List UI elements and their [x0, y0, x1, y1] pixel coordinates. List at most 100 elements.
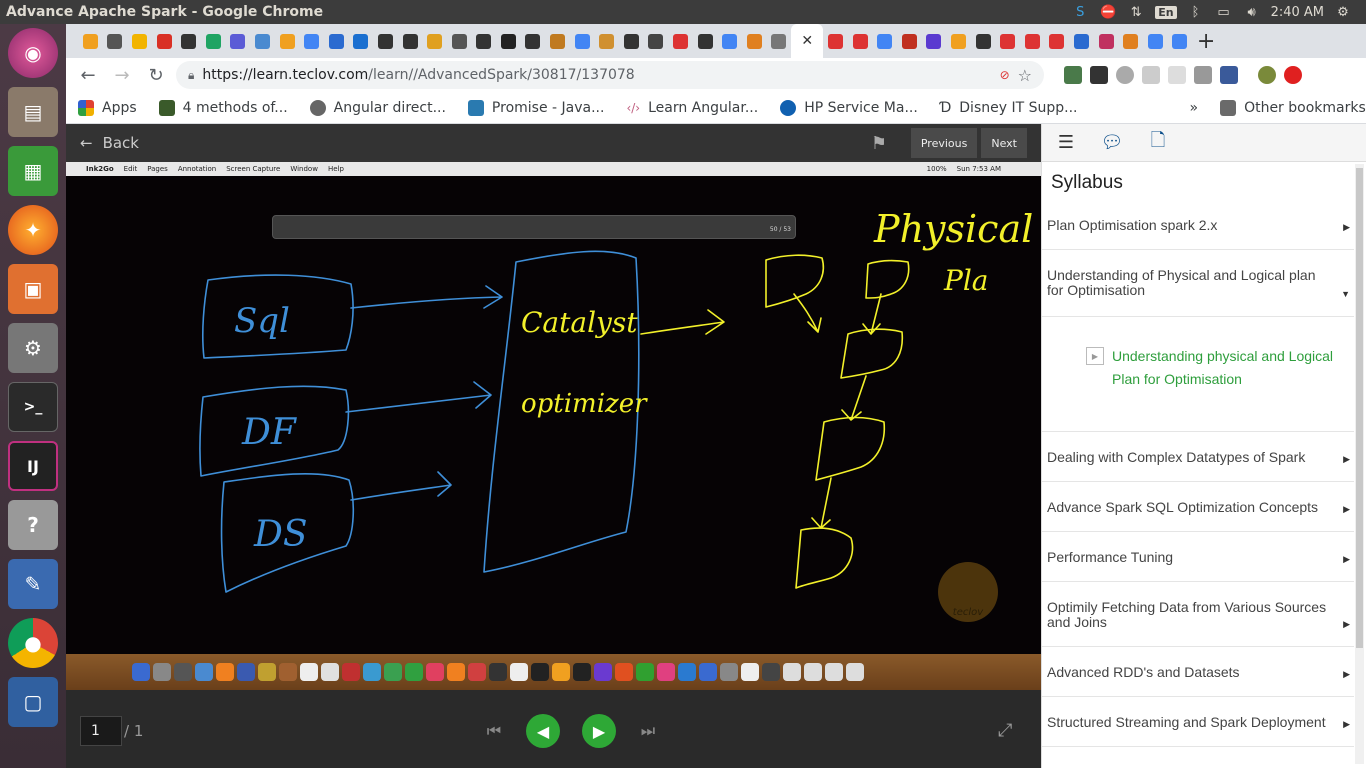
browser-tab[interactable] [127, 24, 152, 58]
previous-button[interactable]: Previous [910, 128, 978, 158]
volume-icon[interactable]: 🔊︎ [1243, 4, 1261, 20]
bookmark-apps[interactable]: Apps [78, 99, 137, 116]
flag-icon[interactable]: ⚑ [871, 133, 891, 154]
syllabus-item[interactable]: Optimily Fetching Data from Various Sour… [1042, 582, 1354, 647]
bookmark-item[interactable]: Ɗ Disney IT Supp... [940, 100, 1078, 116]
browser-tab[interactable] [570, 24, 595, 58]
extension-icon[interactable] [1142, 66, 1160, 84]
menu-icon[interactable]: ☰ [1056, 132, 1076, 153]
browser-tab[interactable] [275, 24, 300, 58]
browser-tab[interactable] [693, 24, 718, 58]
bookmark-item[interactable]: ‹/› Learn Angular... [626, 100, 758, 116]
close-icon[interactable]: ✕ [801, 33, 813, 49]
address-bar[interactable]: 🔒︎ https://learn.teclov.com/learn//Advan… [176, 61, 1044, 89]
bookmark-item[interactable]: Promise - Java... [467, 99, 604, 116]
browser-tab[interactable] [152, 24, 177, 58]
browser-tab[interactable] [324, 24, 349, 58]
new-tab-icon[interactable]: + [1192, 29, 1220, 54]
presentation-icon[interactable]: ▣ [8, 264, 58, 314]
ubuntu-dash-icon[interactable]: ◉ [8, 28, 58, 78]
active-tab[interactable]: ✕ [791, 24, 824, 58]
forward-arrow-icon[interactable]: → [108, 61, 136, 89]
browser-tab[interactable] [594, 24, 619, 58]
bookmark-item[interactable]: 4 methods of... [158, 99, 288, 116]
browser-tab[interactable] [521, 24, 546, 58]
browser-tab[interactable] [872, 24, 897, 58]
syllabus-item[interactable]: Understanding of Physical and Logical pl… [1042, 250, 1354, 317]
play-button[interactable]: ▶ [582, 714, 616, 748]
bluetooth-icon[interactable]: ᛒ [1187, 4, 1205, 20]
help-icon[interactable]: ? [8, 500, 58, 550]
browser-tab[interactable] [1045, 24, 1070, 58]
skype-icon[interactable]: S [1071, 4, 1089, 20]
fullscreen-icon[interactable]: ⤢ [998, 720, 1012, 741]
network-transfer-icon[interactable]: ⇅ [1127, 4, 1145, 20]
skip-back-icon[interactable]: ⏮ [477, 714, 511, 748]
browser-tab[interactable] [349, 24, 374, 58]
next-button[interactable]: Next [981, 128, 1027, 158]
firefox-icon[interactable]: ✦ [8, 205, 58, 255]
browser-tab[interactable] [946, 24, 971, 58]
no-entry-icon[interactable]: ⛔ [1099, 4, 1117, 20]
reload-icon[interactable]: ↻ [142, 61, 170, 89]
back-arrow-icon[interactable]: ← [74, 61, 102, 89]
blocked-icon[interactable]: ⊘ [1000, 68, 1010, 82]
avatar[interactable] [1258, 66, 1276, 84]
keyboard-layout[interactable]: En [1155, 5, 1177, 19]
browser-tab[interactable] [472, 24, 497, 58]
star-icon[interactable]: ☆ [1018, 66, 1032, 85]
settings-icon[interactable]: ⚙ [8, 323, 58, 373]
browser-tab[interactable] [1020, 24, 1045, 58]
browser-tab[interactable] [742, 24, 767, 58]
page-number-input[interactable]: 1 [80, 716, 122, 746]
browser-tab[interactable] [897, 24, 922, 58]
extension-icon[interactable] [1168, 66, 1186, 84]
extension-icon[interactable] [1090, 66, 1108, 84]
power-gear-icon[interactable]: ⚙ [1334, 4, 1352, 20]
browser-tab[interactable] [1143, 24, 1168, 58]
browser-tab[interactable] [1118, 24, 1143, 58]
syllabus-item[interactable]: Dealing with Complex Datatypes of Spark ▶ [1042, 432, 1354, 482]
intellij-icon[interactable]: IJ [8, 441, 58, 491]
browser-tab[interactable] [373, 24, 398, 58]
video-frame[interactable]: Ink2Go Edit Pages Annotation Screen Capt… [66, 162, 1041, 690]
browser-tab[interactable] [103, 24, 128, 58]
browser-tab[interactable] [1094, 24, 1119, 58]
browser-tab[interactable] [619, 24, 644, 58]
browser-tab[interactable] [717, 24, 742, 58]
browser-tab[interactable] [78, 24, 103, 58]
chat-icon[interactable]: 💬︎ [1101, 132, 1124, 153]
syllabus-item[interactable]: Advanced RDD's and Datasets ▶ [1042, 647, 1354, 697]
browser-tab[interactable] [299, 24, 324, 58]
browser-tab[interactable] [823, 24, 848, 58]
browser-tab[interactable] [447, 24, 472, 58]
browser-tab[interactable] [176, 24, 201, 58]
bookmark-item[interactable]: HP Service Ma... [780, 99, 918, 116]
extension-icon[interactable] [1116, 66, 1134, 84]
bookmark-item[interactable]: Angular direct... [309, 99, 446, 116]
browser-tab[interactable] [995, 24, 1020, 58]
virtualbox-icon[interactable]: ▢ [8, 677, 58, 727]
browser-tab[interactable] [250, 24, 275, 58]
clock[interactable]: 2:40 AM [1271, 5, 1324, 20]
browser-tab[interactable] [1069, 24, 1094, 58]
browser-tab[interactable] [226, 24, 251, 58]
extension-icon[interactable] [1220, 66, 1238, 84]
chrome-icon[interactable]: ● [8, 618, 58, 668]
battery-icon[interactable]: ▭ [1215, 4, 1233, 20]
browser-tab[interactable] [496, 24, 521, 58]
syllabus-item[interactable]: Plan Optimisation spark 2.x ▶ [1042, 204, 1354, 250]
browser-tab[interactable] [644, 24, 669, 58]
browser-tab[interactable] [971, 24, 996, 58]
browser-tab[interactable] [922, 24, 947, 58]
spreadsheet-icon[interactable]: ▦ [8, 146, 58, 196]
browser-tab[interactable] [668, 24, 693, 58]
skip-forward-icon[interactable]: ⏭ [631, 714, 665, 748]
text-editor-icon[interactable]: ✎ [8, 559, 58, 609]
update-icon[interactable] [1284, 66, 1302, 84]
syllabus-sub-item-active[interactable]: ▶ Understanding physical and Logical Pla… [1042, 317, 1354, 432]
scrollbar-thumb[interactable] [1356, 168, 1363, 648]
browser-tab[interactable] [422, 24, 447, 58]
browser-tab[interactable] [545, 24, 570, 58]
extension-icon[interactable] [1064, 66, 1082, 84]
